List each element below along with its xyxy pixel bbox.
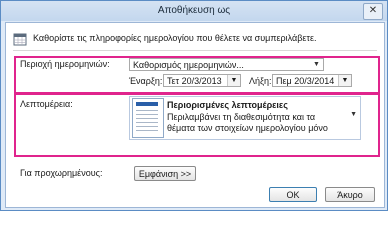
save-as-dialog: Αποθήκευση ως ✕ Καθορίστε τις πληροφορίε… [0,0,388,211]
chevron-down-icon: ▼ [313,61,320,68]
detail-icon-line [136,130,158,131]
end-date-value: Πεμ 20/3/2014 [276,76,335,86]
detail-select[interactable]: Περιορισμένες λεπτομέρειες Περιλαμβάνει … [129,96,361,140]
start-date-field[interactable]: Τετ 20/3/2013 ▼ [163,74,241,87]
date-range-value: Καθορισμός ημερομηνιών... [133,60,244,70]
ok-button[interactable]: OK [269,187,317,202]
detail-level-icon [132,98,164,138]
cancel-button[interactable]: Άκυρο [325,187,375,202]
detail-icon-line [136,110,158,111]
calendar-icon [13,33,27,46]
date-range-label: Περιοχή ημερομηνιών: [20,59,110,69]
divider [13,50,377,51]
detail-icon-line [136,126,158,127]
chevron-down-icon: ▼ [350,111,357,118]
detail-description: Περιλαμβάνει τη διαθεσιμότητα και τα θέμ… [167,112,328,133]
show-advanced-button[interactable]: Εμφάνιση >> [134,166,196,181]
intro-text: Καθορίστε τις πληροφορίες ημερολογίου πο… [33,33,317,43]
dialog-title: Αποθήκευση ως [157,5,231,16]
advanced-label: Για προχωρημένους: [20,168,103,178]
detail-icon-line [136,122,158,123]
end-label: Λήξη: [249,76,272,86]
close-button[interactable]: ✕ [363,3,383,20]
detail-icon-line [136,118,158,119]
detail-icon-line [136,114,158,115]
dialog-content: Καθορίστε τις πληροφορίες ημερολογίου πο… [5,22,385,208]
start-date-value: Τετ 20/3/2013 [167,76,222,86]
start-label: Έναρξη: [129,76,163,86]
detail-label: Λεπτομέρεια: [20,99,73,109]
close-icon: ✕ [368,5,378,16]
detail-title: Περιορισμένες λεπτομέρειες [167,100,288,110]
end-date-field[interactable]: Πεμ 20/3/2014 ▼ [272,74,352,87]
date-range-select[interactable]: Καθορισμός ημερομηνιών... ▼ [129,58,324,71]
detail-icon-bar [136,102,158,106]
chevron-down-icon[interactable]: ▼ [338,75,351,86]
title-bar: Αποθήκευση ως ✕ [1,1,387,21]
chevron-down-icon[interactable]: ▼ [227,75,240,86]
